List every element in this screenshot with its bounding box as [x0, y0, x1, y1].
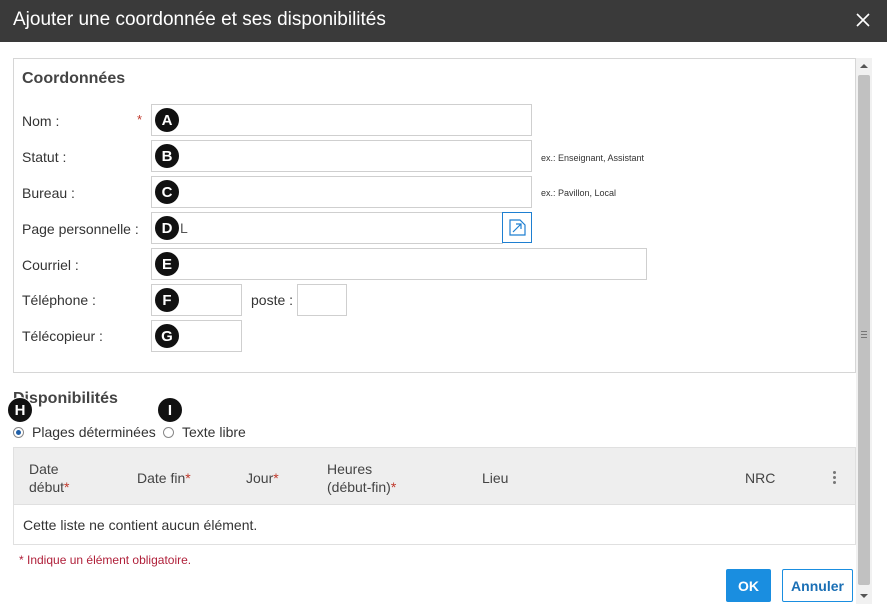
col-lieu[interactable]: Lieu	[482, 469, 508, 487]
col-date-debut-line2: début	[29, 479, 65, 495]
badge-b: B	[154, 143, 180, 169]
scrollbar-thumb[interactable]	[858, 75, 870, 585]
required-star: *	[64, 479, 70, 495]
close-icon	[856, 13, 870, 27]
radio-texte-libre[interactable]	[163, 427, 174, 438]
required-star: *	[185, 470, 191, 486]
badge-d: D	[154, 215, 180, 241]
col-heures[interactable]: Heures (début-fin)*	[327, 460, 396, 496]
scroll-down-arrow-icon[interactable]	[856, 588, 872, 604]
statut-hint: ex.: Enseignant, Assistant	[541, 153, 645, 163]
empty-list-message: Cette liste ne contient aucun élément.	[23, 517, 258, 533]
radio-plages-determinees[interactable]	[13, 427, 24, 438]
badge-a: A	[154, 107, 180, 133]
plages-determinees-label[interactable]: Plages déterminées	[32, 424, 156, 440]
bureau-input[interactable]	[151, 176, 532, 208]
col-nrc[interactable]: NRC	[745, 469, 775, 487]
nom-required-marker: *	[137, 112, 143, 127]
telecopieur-label: Télécopieur :	[22, 328, 103, 344]
badge-c: C	[154, 179, 180, 205]
disponibilites-table-body: Cette liste ne contient aucun élément.	[13, 505, 856, 545]
required-star: *	[273, 470, 279, 486]
required-star: *	[390, 479, 397, 495]
col-heures-line2: (début-fin)	[327, 479, 391, 495]
nom-input[interactable]	[151, 104, 532, 136]
badge-f: F	[154, 287, 180, 313]
dialog-title: Ajouter une coordonnée et ses disponibil…	[13, 9, 386, 30]
external-link-icon	[509, 219, 526, 236]
ok-button[interactable]: OK	[726, 569, 771, 602]
vertical-scrollbar[interactable]	[856, 58, 872, 604]
courriel-label: Courriel :	[22, 257, 79, 273]
badge-e: E	[154, 251, 180, 277]
col-date-debut-line1: Date	[29, 461, 59, 477]
badge-i: I	[157, 397, 183, 423]
required-footnote: * Indique un élément obligatoire.	[19, 553, 192, 567]
open-link-button[interactable]	[502, 212, 532, 243]
disponibilites-table-header: Date début* Date fin* Jour* Heures (débu…	[13, 447, 856, 505]
page-personnelle-input[interactable]: L	[151, 212, 503, 244]
badge-h: H	[7, 397, 33, 423]
page-personnelle-label: Page personnelle :	[22, 221, 139, 237]
courriel-input[interactable]	[151, 248, 647, 280]
statut-label: Statut :	[22, 149, 67, 165]
scrollbar-grip-icon	[861, 331, 867, 338]
col-jour[interactable]: Jour*	[246, 469, 279, 487]
poste-label: poste :	[251, 292, 294, 308]
col-date-debut[interactable]: Date début*	[29, 460, 70, 496]
table-options-menu-icon[interactable]	[833, 471, 837, 487]
nom-label: Nom :	[22, 113, 60, 129]
col-heures-line1: Heures	[327, 461, 373, 477]
dialog-titlebar: Ajouter une coordonnée et ses disponibil…	[0, 0, 887, 42]
col-date-fin[interactable]: Date fin*	[137, 469, 191, 487]
cancel-button[interactable]: Annuler	[782, 569, 853, 602]
scroll-up-arrow-icon[interactable]	[856, 58, 872, 74]
texte-libre-label[interactable]: Texte libre	[182, 424, 246, 440]
col-jour-label: Jour	[246, 470, 274, 486]
statut-input[interactable]	[151, 140, 532, 172]
bureau-label: Bureau :	[22, 185, 75, 201]
coordonnees-title: Coordonnées	[22, 70, 126, 87]
close-button[interactable]	[855, 8, 875, 32]
col-date-fin-label: Date fin	[137, 470, 186, 486]
telephone-label: Téléphone :	[22, 292, 96, 308]
bureau-hint: ex.: Pavillon, Local	[541, 188, 617, 198]
poste-input[interactable]	[297, 284, 347, 316]
badge-g: G	[154, 323, 180, 349]
